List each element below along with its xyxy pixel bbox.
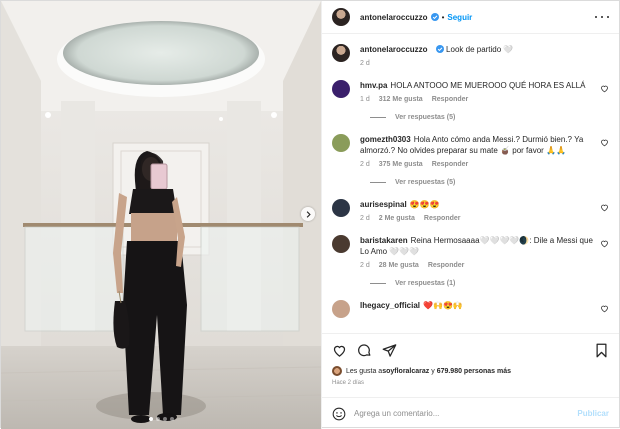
commenter-avatar[interactable] [332, 199, 350, 217]
view-replies-button[interactable]: Ver respuestas (5) [370, 179, 609, 186]
share-icon[interactable] [382, 343, 397, 358]
comment-age: 2 d [360, 215, 370, 222]
post-photo [1, 1, 321, 429]
carousel-dot [162, 417, 167, 421]
like-icon[interactable] [332, 343, 347, 358]
post-header: antonelaroccuzzo • Seguir [322, 1, 619, 34]
comment-likes[interactable]: 2 Me gusta [379, 215, 415, 222]
commenter-avatar[interactable] [332, 235, 350, 253]
carousel-indicator [1, 417, 321, 421]
comment-age: 2 d [360, 262, 370, 269]
comment-username[interactable]: baristakaren [360, 236, 408, 245]
comment-likes[interactable]: 375 Me gusta [379, 161, 423, 168]
comment-icon[interactable] [357, 343, 372, 358]
comment: gomezth0303 Hola Anto cómo anda Messi.? D… [332, 134, 609, 168]
comment-age: 2 d [360, 161, 370, 168]
caption-age: 2 d [360, 60, 370, 67]
carousel-dot [155, 417, 160, 421]
reply-button[interactable]: Responder [432, 161, 469, 168]
likes-conjunction: y [429, 367, 437, 375]
comment-likes[interactable]: 28 Me gusta [379, 262, 419, 269]
reply-button[interactable]: Responder [428, 262, 465, 269]
post-sidebar: antonelaroccuzzo • Seguir antonelaroccuz… [321, 1, 619, 429]
comment-username[interactable]: lhegacy_official [360, 301, 420, 310]
comment: hmv.pa HOLA ANTOOO ME MUEROOO QUÉ HORA ES… [332, 80, 609, 103]
comment-username[interactable]: gomezth0303 [360, 135, 411, 144]
next-arrow-button[interactable] [301, 207, 315, 221]
comment-text: HOLA ANTOOO ME MUEROOO QUÉ HORA ES ALLÁ [390, 81, 586, 90]
commenter-avatar[interactable] [332, 300, 350, 318]
like-icon[interactable] [600, 138, 609, 147]
author-username[interactable]: antonelaroccuzzo [360, 13, 428, 22]
author-avatar[interactable] [332, 44, 350, 62]
comment-username[interactable]: hmv.pa [360, 81, 387, 90]
like-icon[interactable] [600, 84, 609, 93]
comment-input[interactable] [354, 409, 578, 418]
follow-button[interactable]: Seguir [447, 13, 472, 22]
comment: lhegacy_official ❤️🙌😍🙌 [332, 300, 609, 318]
verified-icon [430, 13, 439, 21]
view-replies-button[interactable]: Ver respuestas (5) [370, 114, 609, 121]
reply-button[interactable]: Responder [424, 215, 461, 222]
commenter-avatar[interactable] [332, 80, 350, 98]
like-icon[interactable] [600, 203, 609, 212]
verified-icon [435, 45, 444, 53]
likes-summary: Les gusta a soyfloralcaraz y 679.980 per… [332, 366, 609, 376]
more-options-icon[interactable] [595, 12, 609, 22]
comment: baristakaren Reina Hermosaaaa🤍🤍🤍🤍🌒: Dile … [332, 235, 609, 269]
save-icon[interactable] [594, 343, 609, 358]
reply-button[interactable]: Responder [432, 96, 469, 103]
post-media[interactable] [1, 1, 321, 429]
likes-count[interactable]: 679.980 personas más [437, 368, 511, 375]
carousel-dot [148, 417, 153, 421]
like-icon[interactable] [600, 239, 609, 248]
comment-text: 😍😍😍 [409, 200, 440, 209]
liker-avatar [332, 366, 342, 376]
comment: aurisespinal 😍😍😍 2 d 2 Me gusta Responder [332, 199, 609, 222]
separator-dot: • [441, 12, 445, 22]
like-icon[interactable] [600, 304, 609, 313]
comment-likes[interactable]: 312 Me gusta [379, 96, 423, 103]
post-date[interactable]: Hace 2 días [332, 380, 609, 386]
comment-username[interactable]: aurisespinal [360, 200, 407, 209]
comments-list[interactable]: antonelaroccuzzo Look de partido 🤍 2 d h… [322, 34, 619, 333]
publish-button[interactable]: Publicar [577, 409, 609, 418]
caption: antonelaroccuzzo Look de partido 🤍 2 d [332, 44, 609, 67]
caption-text: Look de partido 🤍 [446, 45, 514, 54]
commenter-avatar[interactable] [332, 134, 350, 152]
liker-username[interactable]: soyfloralcaraz [382, 368, 429, 375]
next-arrow-icon [306, 210, 311, 218]
instagram-post: antonelaroccuzzo • Seguir antonelaroccuz… [0, 0, 620, 429]
likes-prefix: Les gusta a [346, 367, 383, 375]
author-avatar[interactable] [332, 8, 350, 26]
post-actions: Les gusta a soyfloralcaraz y 679.980 per… [322, 333, 619, 397]
comment-age: 1 d [360, 96, 370, 103]
comment-composer: Publicar [322, 397, 619, 429]
comment-text: ❤️🙌😍🙌 [423, 301, 463, 310]
view-replies-button[interactable]: Ver respuestas (1) [370, 280, 609, 287]
caption-username[interactable]: antonelaroccuzzo [360, 45, 428, 54]
emoji-icon[interactable] [332, 407, 346, 421]
carousel-dot [169, 417, 174, 421]
